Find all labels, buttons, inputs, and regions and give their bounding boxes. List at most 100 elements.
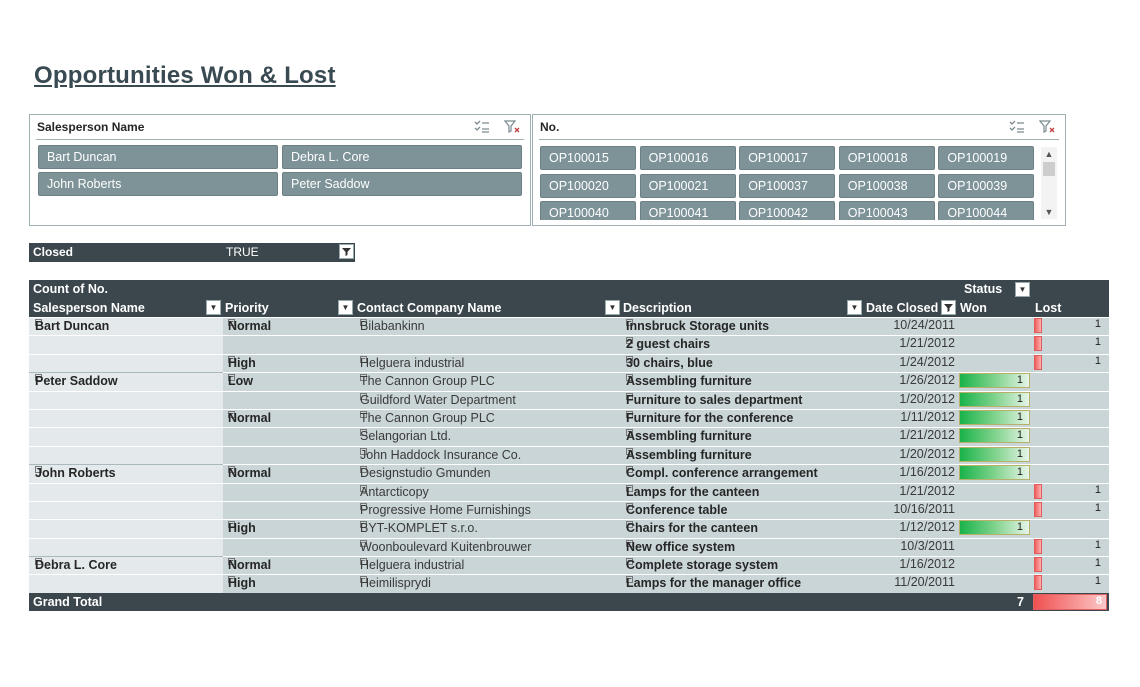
col-lost: Lost: [1035, 301, 1062, 315]
number-slicer-items: OP100015 OP100016 OP100017 OP100018 OP100019…: [539, 146, 1037, 220]
salesperson-dropdown-icon[interactable]: ▼: [206, 300, 221, 315]
col-company: Contact Company Name: [357, 301, 502, 315]
table-row: − John Roberts − Normal − Designstudio Gmunde…: [29, 464, 1109, 483]
table-row: − High − Heimilisprydi − Lamps for the manage…: [29, 574, 1109, 593]
salesperson-slicer-item[interactable]: Bart Duncan: [38, 145, 278, 169]
won-value: 1: [1016, 429, 1023, 442]
date-closed-cell: 11/20/2011: [894, 575, 955, 590]
salesperson-slicer-header: Salesperson Name: [36, 115, 524, 140]
date-closed-dropdown-icon[interactable]: [941, 300, 956, 315]
scroll-thumb[interactable]: [1043, 162, 1055, 176]
lost-value: 1: [1094, 557, 1101, 570]
won-value: 1: [1016, 410, 1023, 423]
number-slicer-item[interactable]: OP100038: [838, 173, 935, 198]
lost-value: 1: [1094, 483, 1101, 496]
lost-value: 1: [1094, 538, 1101, 551]
clear-filter-icon[interactable]: [1039, 120, 1055, 134]
table-row: − High − BYT-KOMPLET s.r.o. − Chairs for the …: [29, 519, 1109, 538]
won-bar: 1: [959, 391, 1030, 407]
col-won: Won: [960, 301, 987, 315]
lost-value: 1: [1094, 336, 1101, 349]
date-closed-cell: 1/24/2012: [899, 354, 955, 369]
lost-bar: [1034, 318, 1042, 333]
table-row: − Guildford Water Department − Furniture to…: [29, 390, 1109, 409]
salesperson-slicer-item[interactable]: Debra L. Core: [282, 145, 522, 169]
date-closed-cell: 1/21/2012: [899, 483, 955, 498]
number-slicer-item[interactable]: OP100017: [739, 146, 836, 170]
salesperson-slicer-title: Salesperson Name: [37, 120, 145, 134]
won-bar: 1: [959, 446, 1030, 462]
table-row: −2 guest chairs 1/21/2012 1: [29, 335, 1109, 354]
date-closed-cell: 10/24/2011: [893, 318, 955, 332]
closed-filter-label: Closed: [33, 245, 74, 259]
number-slicer-item[interactable]: OP100041: [639, 201, 736, 220]
salesperson-slicer-item[interactable]: John Roberts: [38, 172, 278, 196]
salesperson-slicer: Salesperson Name Bart Duncan Debra L. Cor…: [29, 114, 531, 226]
table-row: − High − Helguera industrial −30 chairs, blu…: [29, 353, 1109, 373]
description-dropdown-icon[interactable]: ▼: [847, 300, 862, 315]
number-slicer-title: No.: [540, 120, 560, 134]
number-slicer-item[interactable]: OP100019: [938, 146, 1035, 170]
table-row: − Woonboulevard Kuitenbrouwer − New office …: [29, 537, 1109, 557]
closed-filter-value: TRUE: [226, 245, 259, 259]
status-dropdown-icon[interactable]: ▼: [1015, 282, 1030, 297]
table-row: − Progressive Home Furnishings − Conference…: [29, 500, 1109, 520]
lost-value: 1: [1094, 354, 1101, 367]
table-row: − Debra L. Core − Normal − Helguera industria…: [29, 556, 1109, 575]
lost-value: 1: [1094, 575, 1101, 588]
won-value: 1: [1016, 374, 1023, 387]
number-slicer-item[interactable]: OP100015: [540, 146, 636, 170]
won-bar: 1: [959, 409, 1030, 425]
won-bar: 1: [959, 520, 1030, 536]
date-closed-cell: 1/26/2012: [899, 373, 955, 388]
scroll-down-icon[interactable]: ▼: [1041, 205, 1057, 219]
table-row: − John Haddock Insurance Co. − Assembling f…: [29, 445, 1109, 465]
multiselect-icon[interactable]: [1009, 120, 1025, 134]
grand-total-won: 7: [1017, 594, 1024, 609]
date-closed-cell: 1/16/2012: [899, 557, 955, 572]
won-value: 1: [1016, 447, 1023, 460]
lost-value: 1: [1094, 501, 1101, 514]
number-slicer-item[interactable]: OP100021: [639, 173, 736, 198]
grand-total-row: Grand Total 7 8: [29, 592, 1109, 611]
date-closed-cell: 1/11/2012: [900, 409, 955, 424]
col-date-closed: Date Closed: [866, 301, 939, 315]
status-label: Status: [964, 282, 1003, 296]
pivot-table: Count of No. Status ▼ Salesperson Name ▼…: [29, 280, 1109, 611]
col-description: Description: [623, 301, 692, 315]
lost-bar: [1034, 336, 1042, 352]
number-slicer: No. OP100015 OP100016 OP100017 OP100018 OP10…: [532, 114, 1066, 226]
number-slicer-item[interactable]: OP100018: [838, 146, 935, 170]
salesperson-slicer-item[interactable]: Peter Saddow: [282, 172, 522, 196]
number-slicer-item[interactable]: OP100040: [540, 201, 636, 220]
date-closed-cell: 1/12/2012: [899, 520, 955, 535]
closed-filter: Closed TRUE: [29, 243, 355, 262]
grand-total-lost-bar: 8: [1033, 593, 1107, 610]
won-value: 1: [1016, 521, 1023, 534]
grand-total-label: Grand Total: [33, 594, 103, 609]
table-row: − Peter Saddow − Low − The Cannon Group PLC − A…: [29, 372, 1109, 391]
number-slicer-scrollbar[interactable]: ▲ ▼: [1041, 147, 1057, 219]
number-slicer-item[interactable]: OP100044: [938, 201, 1035, 220]
page-title: Opportunities Won & Lost: [34, 62, 336, 89]
filter-dropdown-icon[interactable]: [339, 244, 354, 259]
number-slicer-item[interactable]: OP100042: [739, 201, 836, 220]
date-closed-cell: 1/20/2012: [899, 446, 955, 461]
priority-dropdown-icon[interactable]: ▼: [338, 300, 353, 315]
multiselect-icon[interactable]: [474, 120, 490, 134]
number-slicer-item[interactable]: OP100020: [540, 173, 636, 198]
lost-bar: [1034, 557, 1042, 573]
lost-bar: [1034, 575, 1042, 591]
number-slicer-item[interactable]: OP100043: [838, 201, 935, 220]
clear-filter-icon[interactable]: [504, 120, 520, 134]
company-dropdown-icon[interactable]: ▼: [605, 300, 620, 315]
number-slicer-item[interactable]: OP100016: [639, 146, 736, 170]
date-closed-cell: 1/21/2012: [899, 336, 955, 351]
scroll-up-icon[interactable]: ▲: [1041, 147, 1057, 161]
number-slicer-item[interactable]: OP100039: [938, 173, 1035, 198]
number-slicer-item[interactable]: OP100037: [739, 173, 836, 198]
date-closed-cell: 1/16/2012: [899, 465, 955, 480]
won-bar: 1: [959, 373, 1030, 389]
col-salesperson: Salesperson Name: [33, 301, 145, 315]
grand-total-lost: 8: [1095, 594, 1102, 607]
